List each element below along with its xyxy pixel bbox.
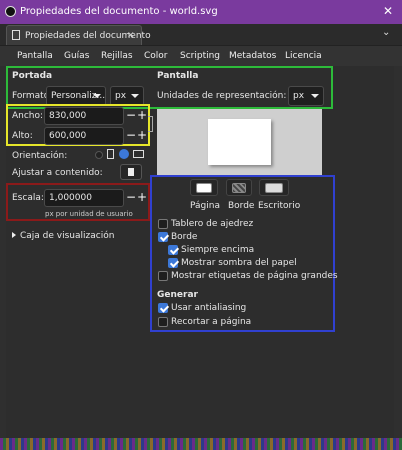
unidades-label: Unidades de representación:	[157, 91, 287, 101]
siempre-encima-checkbox[interactable]	[168, 245, 178, 255]
tablero-checkbox[interactable]	[158, 219, 168, 229]
swatch-label-escritorio: Escritorio	[258, 201, 301, 211]
tab-licencia[interactable]: Licencia	[285, 46, 322, 66]
ancho-value: 830,000	[49, 111, 87, 121]
portrait-page-icon	[107, 149, 114, 159]
generar-heading: Generar	[157, 290, 198, 300]
tab-scripting[interactable]: Scripting	[180, 46, 220, 66]
link-proportions-icon[interactable]	[148, 116, 153, 132]
desk-color-swatch	[265, 183, 283, 193]
tab-metadatos[interactable]: Metadatos	[229, 46, 276, 66]
siempre-encima-label: Siempre encima	[181, 245, 255, 255]
chevron-down-icon	[93, 94, 101, 98]
tab-pantalla[interactable]: Pantalla	[17, 46, 53, 66]
escala-input[interactable]: 1,000000	[44, 189, 124, 207]
document-icon	[12, 30, 20, 40]
close-tab-icon[interactable]: ✕	[127, 26, 135, 46]
landscape-radio[interactable]	[119, 149, 129, 159]
close-window-icon[interactable]: ✕	[380, 3, 396, 19]
alto-input[interactable]: 600,000	[44, 127, 124, 145]
swatch-label-borde: Borde	[228, 201, 255, 211]
sombra-checkbox[interactable]	[168, 258, 178, 268]
orientacion-label: Orientación:	[12, 151, 68, 161]
tab-color[interactable]: Color	[144, 46, 168, 66]
alto-label: Alto:	[12, 131, 33, 141]
desk-color-button[interactable]	[259, 179, 289, 196]
ancho-label: Ancho:	[12, 111, 44, 121]
landscape-page-icon	[133, 150, 144, 158]
increment-width-button[interactable]: +	[137, 107, 147, 123]
increment-scale-button[interactable]: +	[137, 189, 147, 205]
recortar-label: Recortar a página	[171, 317, 252, 327]
canvas-strip	[0, 438, 402, 450]
escala-label: Escala:	[12, 193, 44, 203]
antialiasing-checkbox[interactable]	[158, 303, 168, 313]
pantalla-heading: Pantalla	[157, 71, 199, 81]
tablero-label: Tablero de ajedrez	[171, 219, 254, 229]
decrement-height-button[interactable]: −	[126, 127, 136, 143]
swatch-label-pagina: Página	[190, 201, 220, 211]
display-units-dropdown[interactable]: px	[288, 86, 324, 106]
ancho-input[interactable]: 830,000	[44, 107, 124, 125]
chevron-down-icon	[311, 94, 319, 98]
page-preview-sheet	[208, 119, 271, 165]
tab-guias[interactable]: Guías	[64, 46, 89, 66]
border-color-swatch	[232, 183, 246, 193]
chevron-down-icon[interactable]: ⌄	[382, 27, 390, 38]
borde-label: Borde	[171, 232, 198, 242]
decrement-scale-button[interactable]: −	[126, 189, 136, 205]
window-title: Propiedades del documento - world.svg	[20, 6, 218, 17]
border-color-button[interactable]	[226, 179, 252, 196]
portada-heading: Portada	[12, 71, 53, 81]
page-preview	[157, 109, 322, 176]
caja-visualizacion-expander[interactable]: Caja de visualización	[20, 231, 114, 241]
document-properties-tab[interactable]: Propiedades del documento ✕	[6, 25, 151, 46]
ajustar-label: Ajustar a contenido:	[12, 168, 103, 178]
sombra-label: Mostrar sombra del papel	[181, 258, 297, 268]
fit-page-icon	[128, 168, 134, 176]
recortar-checkbox[interactable]	[158, 317, 168, 327]
tab-rejillas[interactable]: Rejillas	[101, 46, 133, 66]
increment-height-button[interactable]: +	[137, 127, 147, 143]
formato-dropdown[interactable]: Personaliz...	[46, 86, 106, 106]
escala-hint: px por unidad de usuario	[45, 210, 133, 218]
display-unit-value: px	[293, 91, 305, 101]
decrement-width-button[interactable]: −	[126, 107, 136, 123]
borde-checkbox[interactable]	[158, 232, 168, 242]
portada-unit-dropdown[interactable]: px	[110, 86, 144, 106]
etiquetas-checkbox[interactable]	[158, 271, 168, 281]
chevron-down-icon	[131, 94, 139, 98]
alto-value: 600,000	[49, 131, 87, 141]
unit-value: px	[115, 91, 127, 101]
page-color-swatch	[196, 183, 212, 193]
etiquetas-label: Mostrar etiquetas de página grandes	[171, 271, 338, 281]
escala-value: 1,000000	[49, 193, 92, 203]
expander-arrow-icon[interactable]	[12, 232, 16, 238]
fit-to-content-button[interactable]	[120, 164, 142, 180]
inkscape-logo-icon	[5, 6, 16, 17]
page-color-button[interactable]	[190, 179, 218, 196]
antialiasing-label: Usar antialiasing	[171, 303, 247, 313]
title-bar: Propiedades del documento - world.svg ✕	[0, 0, 402, 24]
portrait-radio[interactable]	[95, 151, 103, 159]
